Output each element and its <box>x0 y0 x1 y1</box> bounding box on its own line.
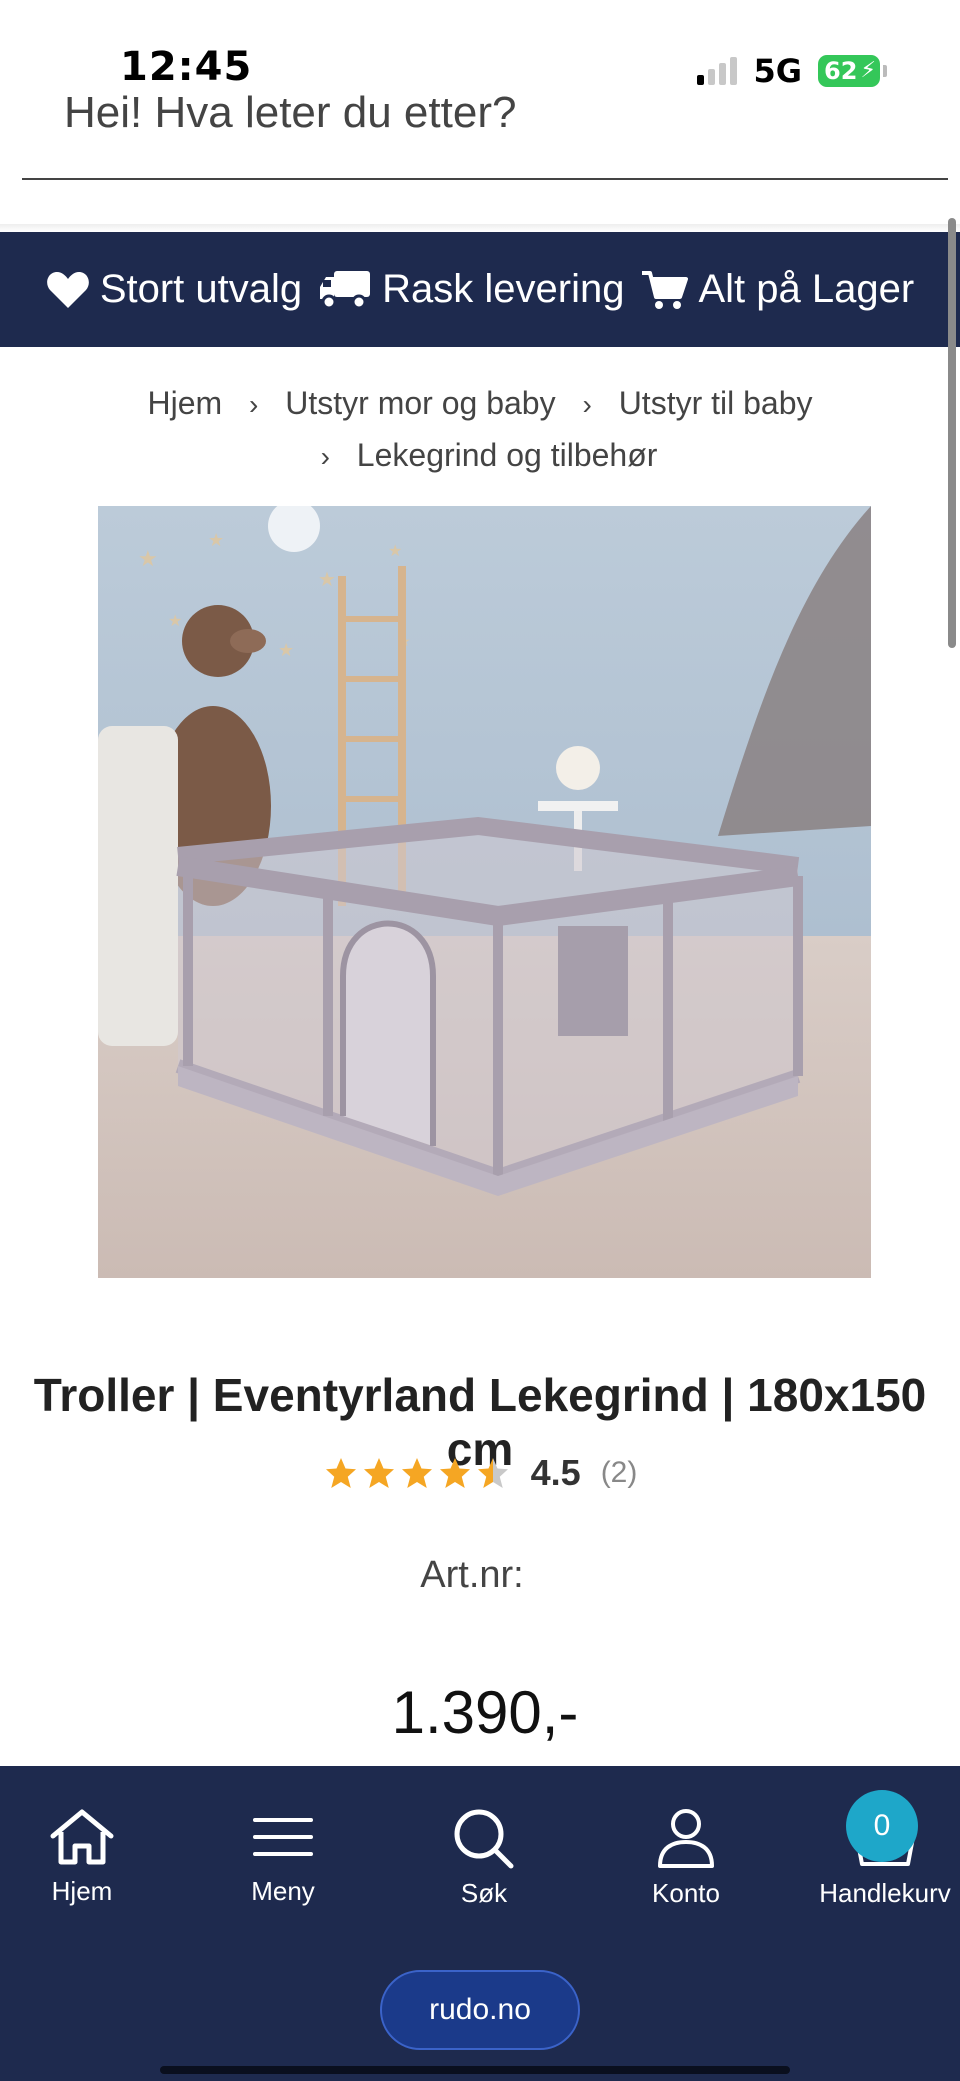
search-input[interactable] <box>64 88 924 138</box>
product-image[interactable]: ★ ★ ★ ★ ★ ★ ★ <box>98 506 871 1278</box>
cart-icon <box>642 270 689 309</box>
nav-label: Konto <box>652 1878 720 1908</box>
nav-label: Meny <box>251 1876 315 1906</box>
svg-text:★: ★ <box>318 567 336 591</box>
home-icon <box>50 1809 114 1865</box>
battery-level: 62 <box>824 57 858 85</box>
home-indicator[interactable] <box>160 2066 790 2074</box>
breadcrumb-link-home[interactable]: Hjem <box>147 385 222 421</box>
chevron-right-icon: › <box>320 441 330 472</box>
signal-icon <box>697 57 738 85</box>
product-rating[interactable]: 4.5 (2) <box>0 1452 960 1494</box>
star-icon <box>439 1458 470 1488</box>
star-icon <box>401 1458 432 1488</box>
article-number: Art.nr: <box>420 1554 524 1596</box>
svg-text:★: ★ <box>138 547 158 572</box>
svg-text:★: ★ <box>208 530 224 551</box>
usp-item-delivery: Rask levering <box>318 267 624 312</box>
usp-item-stock: Alt på Lager <box>640 267 914 312</box>
star-icon <box>363 1458 394 1488</box>
usp-label: Rask levering <box>382 267 625 311</box>
usp-banner: Stort utvalg Rask levering Alt på Lager <box>0 232 960 347</box>
chevron-right-icon: › <box>582 389 592 420</box>
breadcrumb-link-mother-baby[interactable]: Utstyr mor og baby <box>285 385 555 421</box>
user-icon <box>658 1809 714 1868</box>
svg-text:★: ★ <box>278 640 294 661</box>
charging-bolt-icon: ⚡ <box>860 58 876 83</box>
breadcrumb-link-baby-gear[interactable]: Utstyr til baby <box>619 385 813 421</box>
nav-label: Hjem <box>51 1876 113 1906</box>
truck-icon <box>320 270 371 309</box>
nav-label: Søk <box>460 1878 508 1908</box>
site-url-pill[interactable]: rudo.no <box>380 1970 580 2050</box>
usp-label: Alt på Lager <box>698 267 915 311</box>
scrollbar-thumb[interactable] <box>948 218 956 648</box>
svg-text:★: ★ <box>388 541 402 560</box>
rating-value: 4.5 <box>530 1452 581 1493</box>
search-icon <box>454 1809 514 1869</box>
svg-text:★: ★ <box>168 611 182 630</box>
star-half-icon <box>477 1458 508 1488</box>
product-image-illustration: ★ ★ ★ ★ ★ ★ ★ <box>98 506 871 1278</box>
rating-stars <box>323 1455 511 1491</box>
nav-label: Handlekurv <box>819 1878 951 1908</box>
cart-count-badge: 0 <box>846 1790 918 1862</box>
usp-item-selection: Stort utvalg <box>46 267 302 312</box>
nav-menu[interactable]: Meny <box>193 1806 373 1907</box>
breadcrumb-link-playpen[interactable]: Lekegrind og tilbehør <box>357 437 658 473</box>
header-divider <box>0 224 960 232</box>
search-bar <box>22 82 948 180</box>
bottom-nav: Hjem Meny Søk Konto Handlekurv 0 rudo.no <box>0 1766 960 2081</box>
nav-account[interactable]: Konto <box>596 1806 776 1909</box>
nav-search[interactable]: Søk <box>394 1806 574 1909</box>
chevron-right-icon: › <box>249 389 259 420</box>
product-price: 1.390,- <box>391 1679 579 1746</box>
heart-icon <box>46 271 89 308</box>
nav-home[interactable]: Hjem <box>0 1806 172 1907</box>
usp-label: Stort utvalg <box>99 267 303 311</box>
rating-count[interactable]: (2) <box>601 1456 638 1490</box>
menu-icon <box>253 1818 313 1856</box>
breadcrumb: Hjem › Utstyr mor og baby › Utstyr til b… <box>60 378 900 482</box>
star-icon <box>325 1458 356 1488</box>
